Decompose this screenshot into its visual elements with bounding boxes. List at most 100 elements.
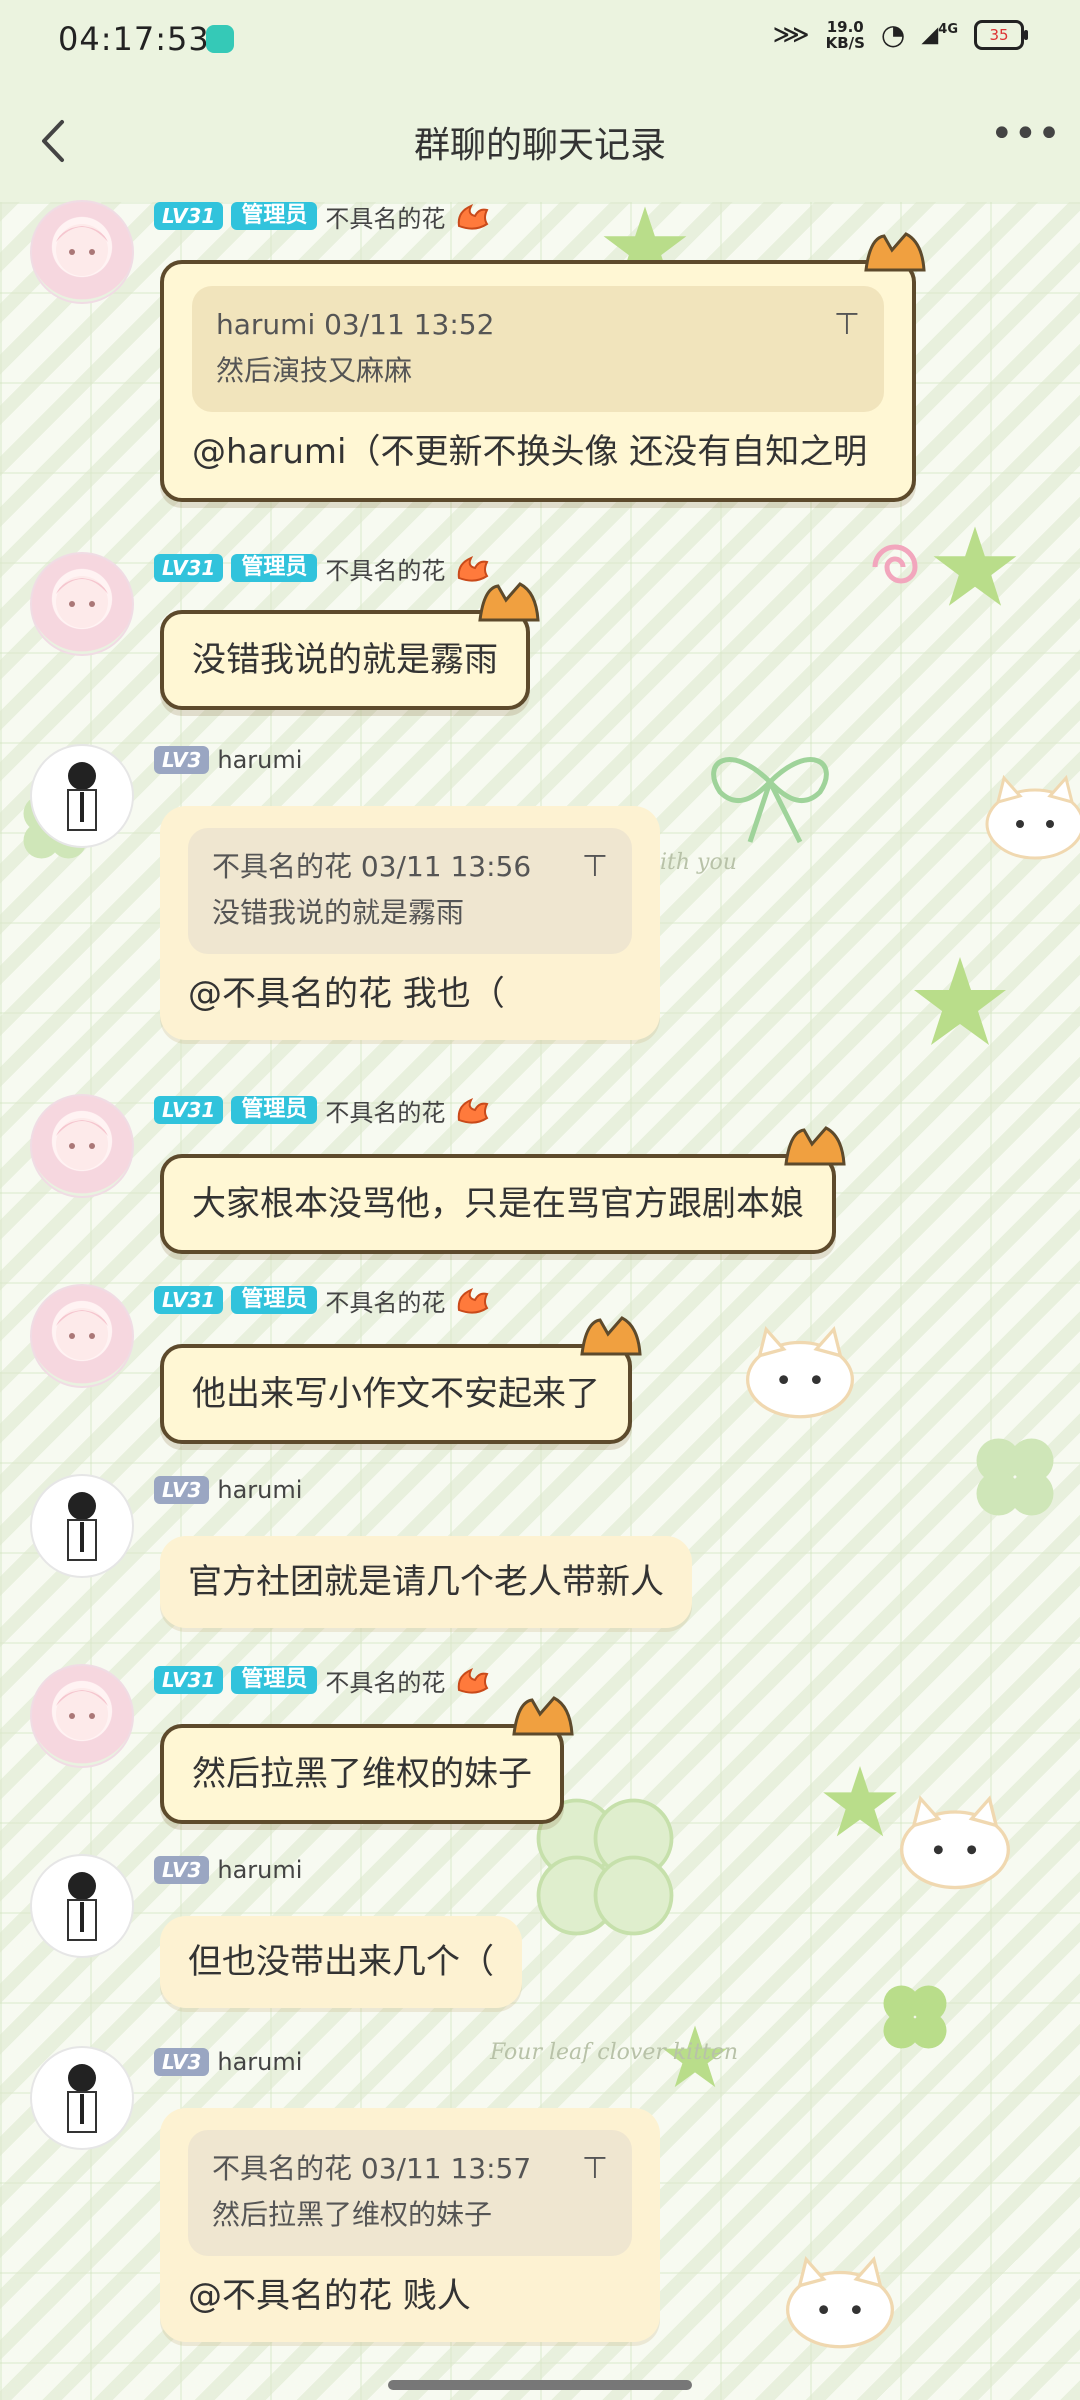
message-bubble[interactable]: 大家根本没骂他，只是在骂官方跟剧本娘 (160, 1126, 846, 1254)
sender-meta: LV31 管理员 不具名的花 (154, 1284, 493, 1317)
suited-boy-avatar-icon (67, 1492, 97, 1561)
chat-notification-icon (206, 25, 234, 53)
background-caption-with-you: ith you (660, 850, 737, 875)
message-text: 但也没带出来几个（ (188, 1942, 494, 1982)
message-bubble[interactable]: 没错我说的就是霧雨 (160, 582, 540, 710)
message-text: 然后拉黑了维权的妹子 (192, 1754, 532, 1794)
message-text: 官方社团就是请几个老人带新人 (188, 1562, 664, 1602)
level-badge: LV3 (154, 2048, 210, 2076)
background-caption-clover: Four leaf clover kitten (490, 2040, 739, 2065)
star-decoration-icon (823, 1766, 897, 1837)
message-bubble[interactable]: 官方社团就是请几个老人带新人 (160, 1536, 692, 1628)
sender-meta: LV3 harumi (154, 1854, 302, 1886)
message-bubble[interactable]: 不具名的花 03/11 13:57 ⊤ 然后拉黑了维权的妹子 @不具名的花 贱人 (160, 2108, 660, 2342)
pin-icon: ⊤ (833, 307, 860, 342)
quote-author-time: 不具名的花 03/11 13:57 (212, 2152, 532, 2185)
sender-name: 不具名的花 (325, 1098, 446, 1127)
avatar[interactable] (30, 744, 134, 848)
avatar[interactable] (30, 1284, 134, 1388)
anime-girl-avatar-icon (56, 576, 108, 628)
quoted-message[interactable]: 不具名的花 03/11 13:57 ⊤ 然后拉黑了维权的妹子 (188, 2130, 632, 2256)
message-bubble[interactable]: 不具名的花 03/11 13:56 ⊤ 没错我说的就是霧雨 @不具名的花 我也（ (160, 806, 660, 1040)
admin-badge: 管理员 (231, 1096, 318, 1124)
level-badge: LV31 (154, 1666, 224, 1694)
admin-badge: 管理员 (231, 202, 318, 230)
suited-boy-avatar-icon (67, 1872, 97, 1941)
avatar[interactable] (30, 2046, 134, 2150)
quote-text: 然后拉黑了维权的妹子 (212, 2198, 493, 2231)
cat-ear-decoration-icon (512, 1696, 574, 1736)
message-bubble[interactable]: 然后拉黑了维权的妹子 (160, 1696, 574, 1824)
avatar[interactable] (30, 1854, 134, 1958)
sender-meta: LV3 harumi (154, 744, 302, 776)
battery-icon: 35 (974, 19, 1028, 50)
net-speed-value: 19.0 (826, 17, 864, 36)
level-badge: LV3 (154, 1476, 210, 1504)
star-decoration-icon (933, 526, 1017, 606)
level-badge: LV31 (154, 1286, 224, 1314)
net-speed: 19.0 KB/S (826, 19, 865, 51)
fire-badge-icon (458, 1098, 489, 1124)
message-text: 他出来写小作文不安起来了 (192, 1374, 600, 1414)
home-indicator[interactable] (388, 2380, 692, 2390)
message-text: @不具名的花 我也（ (188, 974, 505, 1014)
message-bubble[interactable]: 但也没带出来几个（ (160, 1916, 522, 2008)
level-badge: LV3 (154, 746, 210, 774)
admin-badge: 管理员 (231, 1666, 318, 1694)
wifi-icon: ◔ (880, 18, 906, 51)
message-text: 大家根本没骂他，只是在骂官方跟剧本娘 (192, 1184, 804, 1224)
sender-name: 不具名的花 (325, 1668, 446, 1697)
cat-decoration-icon (746, 1326, 854, 1419)
sender-name: harumi (217, 2048, 303, 2076)
sender-meta: LV31 管理员 不具名的花 (154, 200, 493, 233)
cat-ear-decoration-icon (478, 582, 540, 622)
status-icons: ⋙ 19.0 KB/S ◔ ◢4G 35 (773, 18, 1028, 51)
quoted-message[interactable]: 不具名的花 03/11 13:56 ⊤ 没错我说的就是霧雨 (188, 828, 632, 954)
admin-badge: 管理员 (231, 1286, 318, 1314)
cat-decoration-icon (786, 2256, 894, 2349)
suited-boy-avatar-icon (67, 2064, 97, 2133)
cat-ear-decoration-icon (784, 1126, 846, 1166)
quoted-message[interactable]: harumi 03/11 13:52 ⊤ 然后演技又麻麻 (192, 286, 884, 412)
message-bubble[interactable]: harumi 03/11 13:52 ⊤ 然后演技又麻麻 @harumi（不更新… (160, 232, 926, 502)
quote-text: 没错我说的就是霧雨 (212, 896, 465, 929)
anime-girl-avatar-icon (56, 1308, 108, 1360)
suited-boy-avatar-icon (67, 762, 97, 831)
more-button[interactable]: ••• (990, 114, 1061, 160)
cat-ear-decoration-icon (580, 1316, 642, 1356)
sender-name: 不具名的花 (325, 204, 446, 233)
status-time: 04:17:53 (58, 20, 210, 58)
message-bubble[interactable]: 他出来写小作文不安起来了 (160, 1316, 642, 1444)
fire-badge-icon (458, 204, 489, 230)
fire-badge-icon (458, 1668, 489, 1694)
sender-name: harumi (217, 1476, 303, 1504)
anime-girl-avatar-icon (56, 1118, 108, 1170)
message-text: @不具名的花 贱人 (188, 2276, 471, 2316)
sender-meta: LV31 管理员 不具名的花 (154, 1094, 493, 1127)
title-bar: 群聊的聊天记录 ••• (0, 80, 1080, 203)
fire-badge-icon (458, 1288, 489, 1314)
quote-author-time: 不具名的花 03/11 13:56 (212, 850, 532, 883)
cat-ear-decoration-icon (864, 232, 926, 272)
cat-decoration-icon (900, 1795, 1010, 1890)
swirl-decoration-icon (872, 544, 918, 584)
pin-icon: ⊤ (581, 849, 608, 884)
avatar[interactable] (30, 1094, 134, 1198)
sender-name: 不具名的花 (325, 556, 446, 585)
avatar[interactable] (30, 200, 134, 304)
quote-text: 然后演技又麻麻 (216, 354, 413, 387)
avatar[interactable] (30, 1474, 134, 1578)
avatar[interactable] (30, 1664, 134, 1768)
message-text: 没错我说的就是霧雨 (192, 640, 498, 680)
sender-name: harumi (217, 1856, 303, 1884)
battery-level: 35 (989, 25, 1009, 44)
ribbon-decoration-icon (711, 757, 829, 844)
sender-meta: LV31 管理员 不具名的花 (154, 1664, 493, 1697)
quote-author-time: harumi 03/11 13:52 (216, 308, 495, 341)
clover-decoration-icon (883, 1985, 947, 2049)
cellular-icon: ◢4G (921, 21, 958, 48)
avatar[interactable] (30, 552, 134, 656)
message-text: @harumi（不更新不换头像 还没有自知之明 (192, 432, 868, 472)
anime-girl-avatar-icon (56, 224, 108, 276)
admin-badge: 管理员 (231, 554, 318, 582)
